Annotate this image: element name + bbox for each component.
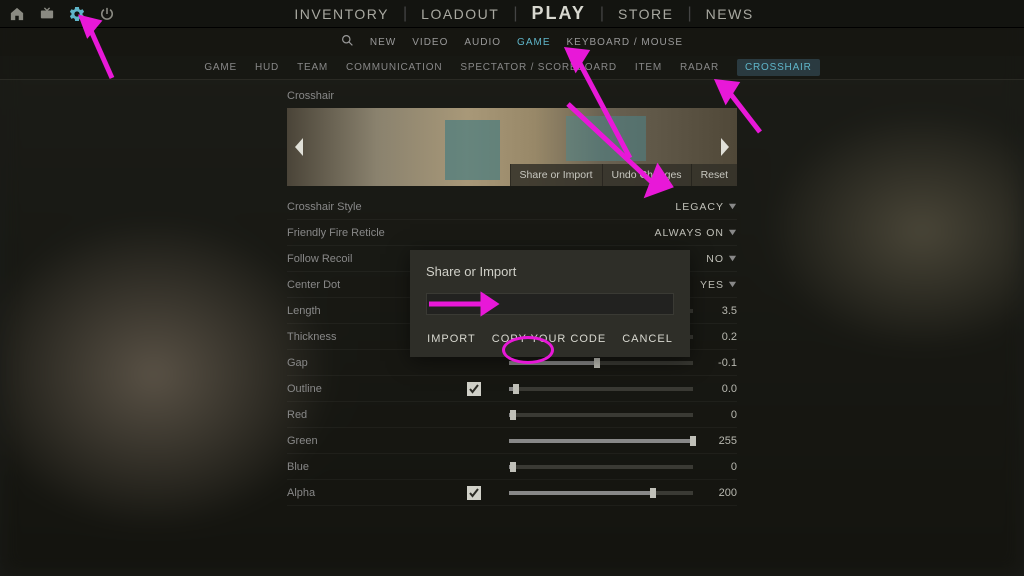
nav-news[interactable]: NEWS bbox=[692, 6, 768, 22]
slider-gap[interactable] bbox=[509, 361, 693, 365]
dropdown-friendly_fire[interactable]: ALWAYS ON bbox=[655, 227, 737, 239]
value-length: 3.5 bbox=[701, 305, 737, 317]
tab-team[interactable]: TEAM bbox=[297, 62, 328, 73]
setting-label: Green bbox=[287, 435, 467, 447]
setting-label: Crosshair Style bbox=[287, 201, 467, 213]
reset-button[interactable]: Reset bbox=[691, 164, 737, 186]
setting-row-blue: Blue 0 bbox=[287, 454, 737, 480]
subnav-new[interactable]: NEW bbox=[370, 37, 396, 48]
value-alpha: 200 bbox=[701, 487, 737, 499]
setting-label: Gap bbox=[287, 357, 467, 369]
setting-row-alpha: Alpha 200 bbox=[287, 480, 737, 506]
value-green: 255 bbox=[701, 435, 737, 447]
setting-label: Friendly Fire Reticle bbox=[287, 227, 467, 239]
nav-loadout[interactable]: LOADOUT bbox=[407, 6, 513, 22]
tab-hud[interactable]: HUD bbox=[255, 62, 279, 73]
setting-row-red: Red 0 bbox=[287, 402, 737, 428]
power-icon[interactable] bbox=[100, 7, 114, 21]
dropdown-center_dot[interactable]: YES bbox=[700, 279, 737, 291]
next-map-icon[interactable] bbox=[719, 138, 729, 156]
setting-label: Outline bbox=[287, 383, 467, 395]
undo-changes-button[interactable]: Undo Changes bbox=[602, 164, 691, 186]
tab-radar[interactable]: RADAR bbox=[680, 62, 719, 73]
setting-row-outline: Outline 0.0 bbox=[287, 376, 737, 402]
home-icon[interactable] bbox=[10, 7, 24, 21]
crosshair-preview: Share or Import Undo Changes Reset bbox=[287, 108, 737, 186]
settings-nav: NEW VIDEO AUDIO GAME KEYBOARD / MOUSE bbox=[0, 28, 1024, 56]
subnav-game[interactable]: GAME bbox=[517, 37, 550, 48]
value-thickness: 0.2 bbox=[701, 331, 737, 343]
slider-green[interactable] bbox=[509, 439, 693, 443]
dropdown-follow_recoil[interactable]: NO bbox=[706, 253, 737, 265]
subnav-keyboard-mouse[interactable]: KEYBOARD / MOUSE bbox=[567, 37, 684, 48]
slider-red[interactable] bbox=[509, 413, 693, 417]
nav-play[interactable]: PLAY bbox=[518, 3, 600, 24]
copy-code-button[interactable]: COPY YOUR CODE bbox=[492, 333, 606, 345]
system-icons bbox=[10, 7, 114, 21]
setting-label: Alpha bbox=[287, 487, 467, 499]
tab-item[interactable]: ITEM bbox=[635, 62, 662, 73]
main-nav: INVENTORY | LOADOUT | PLAY | STORE | NEW… bbox=[114, 3, 934, 24]
subnav-video[interactable]: VIDEO bbox=[412, 37, 448, 48]
cancel-button[interactable]: CANCEL bbox=[622, 333, 673, 345]
settings-tabs: GAME HUD TEAM COMMUNICATION SPECTATOR / … bbox=[0, 56, 1024, 80]
checkbox-alpha[interactable] bbox=[467, 486, 481, 500]
tab-crosshair[interactable]: CROSSHAIR bbox=[737, 59, 820, 76]
slider-outline[interactable] bbox=[509, 387, 693, 391]
tab-game[interactable]: GAME bbox=[204, 62, 237, 73]
section-title: Crosshair bbox=[287, 90, 737, 102]
preview-actions: Share or Import Undo Changes Reset bbox=[510, 164, 737, 186]
value-red: 0 bbox=[701, 409, 737, 421]
dropdown-crosshair_style[interactable]: LEGACY bbox=[675, 201, 737, 213]
slider-alpha[interactable] bbox=[509, 491, 693, 495]
top-bar: INVENTORY | LOADOUT | PLAY | STORE | NEW… bbox=[0, 0, 1024, 28]
search-icon[interactable] bbox=[341, 34, 354, 50]
chevron-down-icon bbox=[728, 254, 737, 263]
slider-blue[interactable] bbox=[509, 465, 693, 469]
nav-store[interactable]: STORE bbox=[604, 6, 687, 22]
checkbox-outline[interactable] bbox=[467, 382, 481, 396]
setting-row-friendly_fire: Friendly Fire Reticle ALWAYS ON bbox=[287, 220, 737, 246]
chevron-down-icon bbox=[728, 202, 737, 211]
setting-label: Red bbox=[287, 409, 467, 421]
tab-spectator[interactable]: SPECTATOR / SCOREBOARD bbox=[460, 62, 617, 73]
import-button[interactable]: IMPORT bbox=[427, 333, 476, 345]
subnav-audio[interactable]: AUDIO bbox=[464, 37, 501, 48]
setting-row-green: Green 255 bbox=[287, 428, 737, 454]
prev-map-icon[interactable] bbox=[295, 138, 305, 156]
share-import-modal: Share or Import IMPORT COPY YOUR CODE CA… bbox=[410, 250, 690, 357]
modal-title: Share or Import bbox=[426, 264, 674, 279]
chevron-down-icon bbox=[728, 280, 737, 289]
tv-icon[interactable] bbox=[40, 7, 54, 21]
share-import-button[interactable]: Share or Import bbox=[510, 164, 602, 186]
value-blue: 0 bbox=[701, 461, 737, 473]
gear-icon[interactable] bbox=[70, 7, 84, 21]
setting-label: Blue bbox=[287, 461, 467, 473]
setting-row-crosshair_style: Crosshair Style LEGACY bbox=[287, 194, 737, 220]
nav-inventory[interactable]: INVENTORY bbox=[280, 6, 403, 22]
tab-communication[interactable]: COMMUNICATION bbox=[346, 62, 442, 73]
crosshair-code-input[interactable] bbox=[426, 293, 674, 315]
chevron-down-icon bbox=[728, 228, 737, 237]
value-gap: -0.1 bbox=[701, 357, 737, 369]
value-outline: 0.0 bbox=[701, 383, 737, 395]
